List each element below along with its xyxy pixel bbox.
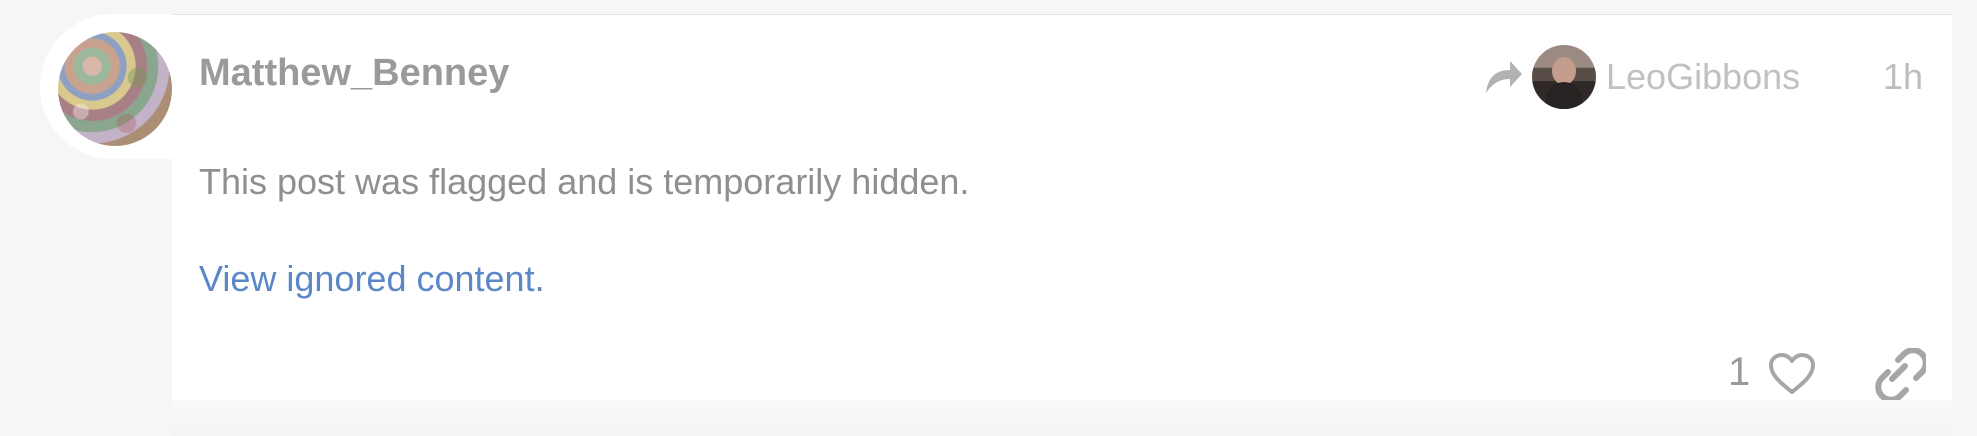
flagged-notice: This post was flagged and is temporarily… bbox=[199, 161, 970, 202]
reply-to-avatar-icon[interactable] bbox=[1532, 45, 1596, 109]
reply-arrow-icon bbox=[1486, 61, 1522, 93]
reply-to-username[interactable]: LeoGibbons bbox=[1606, 56, 1800, 98]
view-ignored-content-link[interactable]: View ignored content. bbox=[199, 258, 545, 300]
author-username[interactable]: Matthew_Benney bbox=[199, 52, 509, 95]
link-icon[interactable] bbox=[1874, 348, 1926, 400]
author-avatar-icon[interactable] bbox=[58, 32, 172, 146]
like-count: 1 bbox=[1728, 350, 1751, 394]
post-bottom-shadow bbox=[172, 400, 1952, 436]
post-time[interactable]: 1h bbox=[1883, 56, 1923, 98]
heart-icon[interactable] bbox=[1766, 351, 1818, 397]
